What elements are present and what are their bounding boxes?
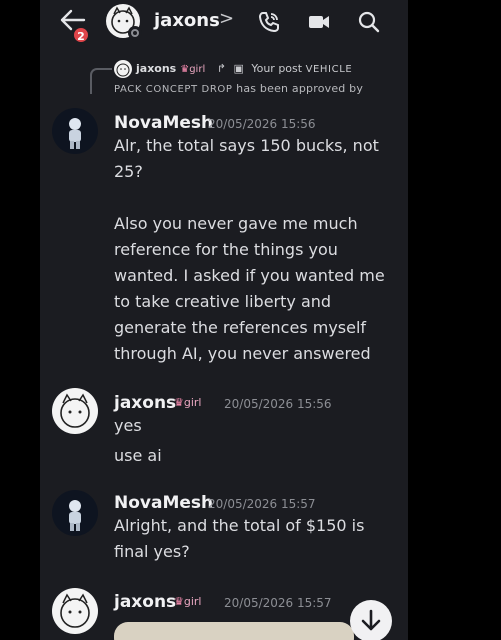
user-tag: ♛girl (174, 396, 202, 409)
message-author[interactable]: NovaMesh (114, 113, 213, 133)
message-timestamp: 20/05/2026 15:56 (208, 117, 316, 131)
reply-text-prefix: Your post (251, 62, 306, 75)
video-camera-icon[interactable] (306, 9, 332, 35)
message-body[interactable]: Alright, and the total of $150 is final … (114, 513, 364, 565)
chat-screen: 2 jaxons > jaxons ♛girl ↱ ▣ Your post VE… (40, 0, 408, 640)
phone-call-icon[interactable] (256, 9, 282, 35)
reply-preview[interactable]: jaxons ♛girl ↱ ▣ Your post VEHICLE (136, 62, 352, 75)
reply-preview-continued: PACK CONCEPT DROP has been approved by (114, 82, 363, 95)
avatar-cat-icon (60, 393, 90, 428)
astronaut-icon (69, 118, 81, 149)
astronaut-icon (69, 500, 81, 531)
avatar[interactable] (52, 108, 98, 154)
search-icon[interactable] (356, 9, 382, 35)
message-timestamp: 20/05/2026 15:57 (224, 596, 332, 610)
message-body[interactable]: Alr, the total says 150 bucks, not 25? A… (114, 133, 385, 367)
avatar[interactable] (52, 490, 98, 536)
reply-post-title: VEHICLE (305, 64, 353, 75)
avatar-cat-icon (60, 593, 90, 628)
avatar[interactable] (52, 388, 98, 434)
crown-heart-icon: ♛ (174, 595, 184, 608)
image-icon: ▣ (233, 62, 244, 75)
user-tag: ♛girl (180, 64, 206, 75)
crown-heart-icon: ♛ (180, 64, 190, 75)
message-body[interactable]: yes (114, 413, 142, 439)
reply-post-title-cont: PACK CONCEPT DROP (114, 84, 233, 95)
status-indicator (128, 26, 142, 40)
crown-heart-icon: ♛ (174, 396, 184, 409)
message-author[interactable]: jaxons (114, 592, 176, 612)
forward-arrow-icon: ↱ (216, 62, 226, 75)
message-timestamp: 20/05/2026 15:56 (224, 397, 332, 411)
arrow-down-icon (361, 609, 381, 631)
reply-text-suffix: has been approved by (232, 82, 364, 95)
chat-header: 2 jaxons > (40, 0, 408, 46)
message-author[interactable]: NovaMesh (114, 493, 213, 513)
message-timestamp: 20/05/2026 15:57 (208, 497, 316, 511)
scroll-to-bottom-button[interactable] (350, 600, 392, 640)
reply-author: jaxons (136, 62, 177, 75)
avatar[interactable] (52, 588, 98, 634)
message-author[interactable]: jaxons (114, 393, 176, 413)
user-tag: ♛girl (174, 595, 202, 608)
reply-avatar (114, 60, 132, 78)
channel-name[interactable]: jaxons (154, 10, 220, 31)
unread-count-badge: 2 (72, 26, 90, 44)
attachment-preview[interactable] (114, 622, 354, 640)
message-body[interactable]: use ai (114, 443, 162, 469)
chevron-right-icon[interactable]: > (219, 8, 234, 29)
reply-connector (90, 68, 112, 94)
